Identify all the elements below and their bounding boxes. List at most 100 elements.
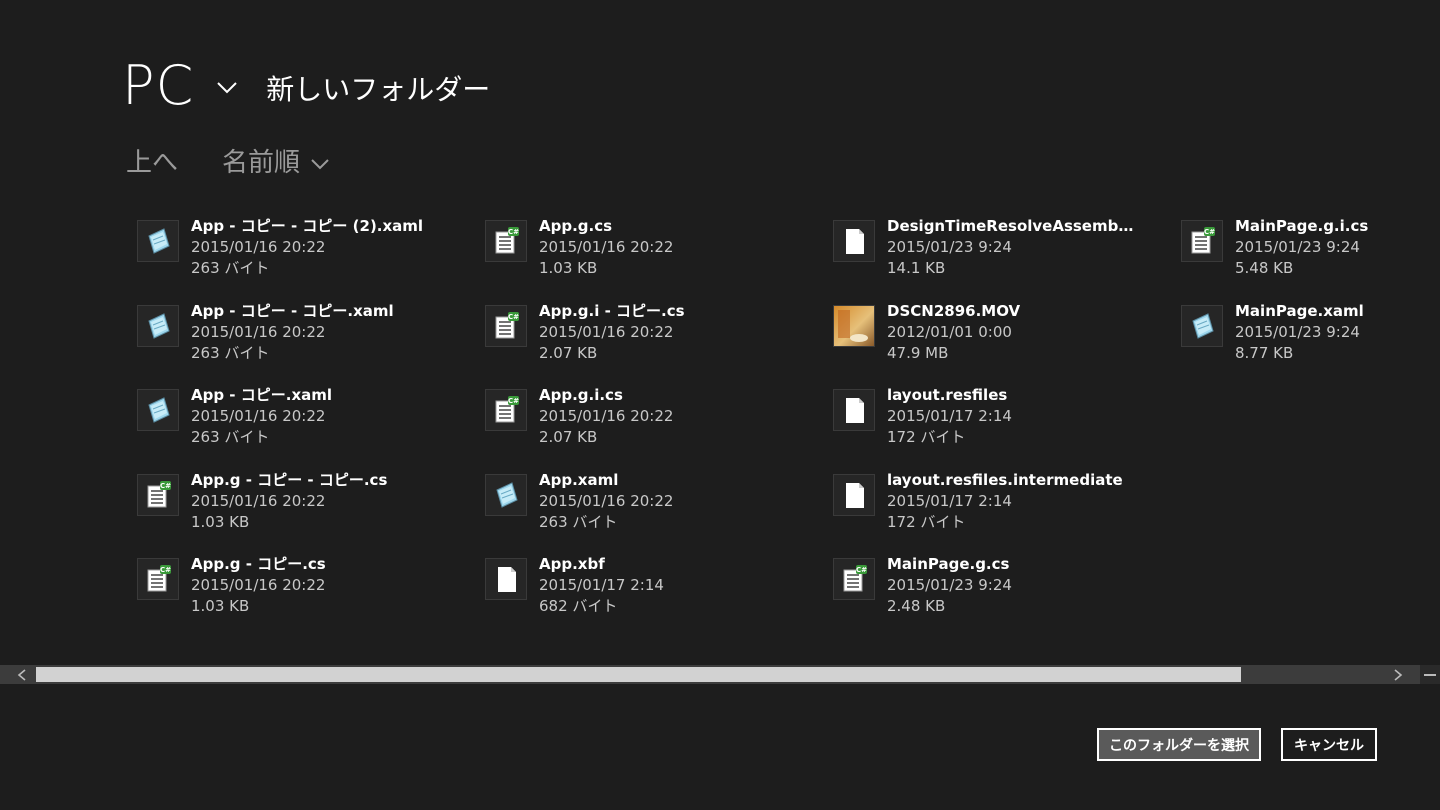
file-date: 2015/01/17 2:14 [887,407,1012,425]
file-item[interactable]: App.xaml 2015/01/16 20:22 263 バイト [485,470,673,533]
file-date: 2015/01/16 20:22 [191,576,326,594]
file-item[interactable]: App - コピー - コピー.xaml 2015/01/16 20:22 263 … [137,301,394,364]
file-item[interactable]: layout.resfiles.intermediate 2015/01/17 2… [833,470,1123,533]
file-date: 2015/01/23 9:24 [887,576,1012,594]
file-name: MainPage.g.i.cs [1235,217,1369,235]
file-item[interactable]: DSCN2896.MOV 2012/01/01 0:00 47.9 MB [833,301,1020,364]
svg-text:C#: C# [160,566,171,574]
file-date: 2015/01/23 9:24 [887,238,1012,256]
file-name: App.g - コピー.cs [191,555,326,573]
cancel-button[interactable]: キャンセル [1281,728,1377,761]
file-date: 2015/01/16 20:22 [539,322,674,341]
scroll-left-arrow-icon[interactable] [12,665,32,684]
xaml-file-icon [137,389,179,431]
csharp-file-icon: C# [1181,220,1223,262]
sort-dropdown[interactable]: 名前順 [222,142,330,179]
file-date: 2015/01/17 2:14 [887,491,1012,510]
file-size: 8.77 KB [1235,343,1294,362]
svg-text:C#: C# [160,482,171,490]
file-size: 14.1 KB [887,259,946,277]
svg-text:C#: C# [508,397,519,405]
file-meta: App.xaml 2015/01/16 20:22 263 バイト [539,470,673,533]
file-date: 2015/01/16 20:22 [191,491,326,510]
file-date: 2015/01/16 20:22 [191,238,326,256]
file-meta: MainPage.g.cs 2015/01/23 9:24 2.48 KB [887,554,1012,617]
file-item[interactable]: MainPage.xaml 2015/01/23 9:24 8.77 KB [1181,301,1364,364]
file-item[interactable]: App - コピー.xaml 2015/01/16 20:22 263 バイト [137,385,332,448]
folder-name: 新しいフォルダー [266,73,491,106]
csharp-file-icon: C# [833,558,875,600]
csharp-file-icon: C# [485,220,527,262]
csharp-file-icon: C# [137,558,179,600]
file-item[interactable]: C# App.g.cs 2015/01/16 20:22 1.03 KB [485,216,673,279]
file-date: 2015/01/16 20:22 [191,322,326,341]
up-button[interactable]: 上へ [126,142,178,179]
file-size: 263 バイト [539,512,618,531]
csharp-file-icon: C# [485,304,527,347]
file-meta: App - コピー.xaml 2015/01/16 20:22 263 バイト [191,385,332,448]
file-size: 47.9 MB [887,343,949,362]
file-item[interactable]: C# App.g - コピー - コピー.cs 2015/01/16 20:22 1.… [137,470,387,533]
file-size: 263 バイト [191,428,270,446]
file-meta: DSCN2896.MOV 2012/01/01 0:00 47.9 MB [887,301,1020,364]
generic-file-icon [833,220,875,262]
file-item[interactable]: App - コピー - コピー (2).xaml 2015/01/16 20:22… [137,216,423,279]
file-name: App.xbf [539,555,605,573]
file-date: 2015/01/16 20:22 [539,491,674,510]
select-folder-button[interactable]: このフォルダーを選択 [1097,728,1261,761]
file-item[interactable]: App.xbf 2015/01/17 2:14 682 バイト [485,554,664,617]
file-meta: App.xbf 2015/01/17 2:14 682 バイト [539,554,664,617]
scroll-right-arrow-icon[interactable] [1388,665,1408,684]
generic-file-icon [485,558,527,600]
toolbar: 上へ 名前順 [126,142,330,179]
file-size: 2.07 KB [539,343,598,362]
svg-text:C#: C# [856,566,867,574]
location-title[interactable]: PC [122,56,194,116]
chevron-down-icon[interactable] [216,76,238,98]
file-size: 1.03 KB [191,597,250,615]
file-size: 1.03 KB [539,259,598,277]
xaml-file-icon [137,304,179,347]
file-name: App.g.i.cs [539,386,623,404]
file-item[interactable]: C# App.g - コピー.cs 2015/01/16 20:22 1.03 KB [137,554,326,617]
file-item[interactable]: C# App.g.i - コピー.cs 2015/01/16 20:22 2.07 K… [485,301,685,364]
file-size: 263 バイト [191,343,270,362]
file-name: MainPage.xaml [1235,301,1364,320]
scrollbar-thumb[interactable] [36,667,1241,682]
file-name: App.xaml [539,470,619,489]
scrollbar-end-icon [1420,665,1440,684]
file-meta: MainPage.g.i.cs 2015/01/23 9:24 5.48 KB [1235,216,1368,279]
file-name: layout.resfiles [887,386,1008,404]
file-meta: App.g - コピー.cs 2015/01/16 20:22 1.03 KB [191,554,326,617]
file-item[interactable]: C# MainPage.g.i.cs 2015/01/23 9:24 5.48 KB [1181,216,1368,279]
file-name: MainPage.g.cs [887,555,1010,573]
file-name: DesignTimeResolveAssemblyR… [887,217,1137,235]
svg-text:C#: C# [1204,228,1215,236]
header: PC 新しいフォルダー [122,56,490,116]
file-meta: App.g.i.cs 2015/01/16 20:22 2.07 KB [539,385,673,448]
file-name: layout.resfiles.intermediate [887,470,1123,489]
file-item[interactable]: C# App.g.i.cs 2015/01/16 20:22 2.07 KB [485,385,673,448]
file-item[interactable]: layout.resfiles 2015/01/17 2:14 172 バイト [833,385,1012,448]
horizontal-scrollbar[interactable] [0,665,1440,684]
sort-label: 名前順 [222,148,301,178]
file-name: App.g - コピー - コピー.cs [191,470,388,489]
file-size: 682 バイト [539,597,618,615]
file-size: 263 バイト [191,259,270,277]
file-size: 172 バイト [887,512,966,531]
csharp-file-icon: C# [485,389,527,431]
file-item[interactable]: C# MainPage.g.cs 2015/01/23 9:24 2.48 KB [833,554,1012,617]
generic-file-icon [833,389,875,431]
file-meta: MainPage.xaml 2015/01/23 9:24 8.77 KB [1235,301,1364,364]
file-date: 2015/01/16 20:22 [539,238,674,256]
file-name: App - コピー.xaml [191,386,333,404]
video-thumbnail-icon [833,304,875,347]
file-size: 172 バイト [887,428,966,446]
file-name: App.g.i - コピー.cs [539,301,685,320]
file-meta: layout.resfiles 2015/01/17 2:14 172 バイト [887,385,1012,448]
file-item[interactable]: DesignTimeResolveAssemblyR… 2015/01/23 9:… [833,216,1137,279]
file-name: App - コピー - コピー (2).xaml [191,217,424,235]
file-meta: layout.resfiles.intermediate 2015/01/17 2… [887,470,1123,533]
file-date: 2015/01/16 20:22 [539,407,674,425]
file-meta: App.g - コピー - コピー.cs 2015/01/16 20:22 1.03… [191,470,387,533]
